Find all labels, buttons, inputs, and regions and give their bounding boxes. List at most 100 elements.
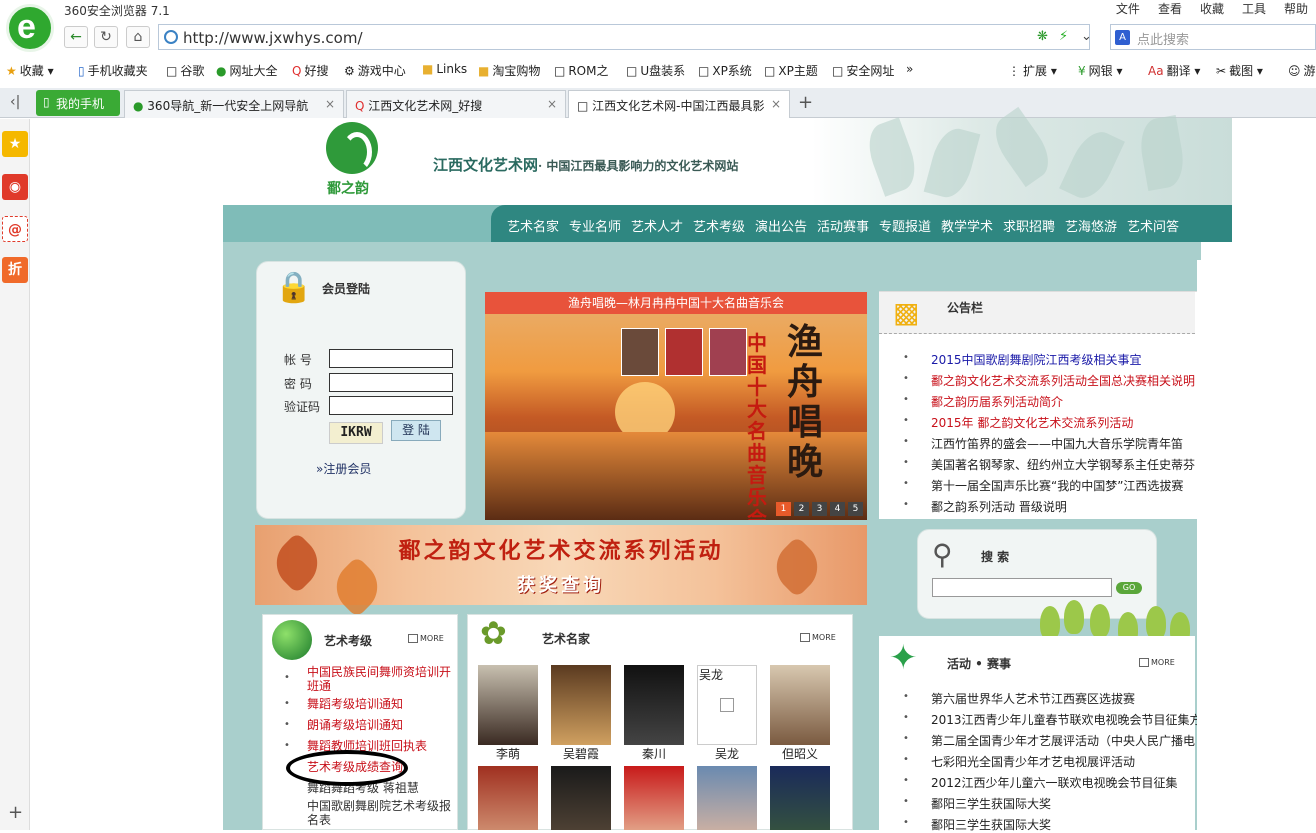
search-box[interactable]: А 点此搜索 (1110, 24, 1316, 50)
nav-jobs[interactable]: 求职招聘 (1003, 216, 1055, 235)
event-item[interactable]: 鄱阳三学生获国际大奖 (931, 795, 1197, 812)
weibo-icon[interactable]: ◉ (2, 174, 28, 200)
bookmark-safe[interactable]: □ 安全网址 (832, 62, 894, 79)
back-icon[interactable]: ← (64, 26, 88, 48)
event-item[interactable]: 第二届全国青少年才艺展评活动（中央人民广播电 (931, 732, 1197, 749)
exam-item[interactable]: 舞蹈考级培训通知 (307, 697, 403, 711)
menu-view[interactable]: 查看 (1158, 0, 1182, 17)
slider-page[interactable]: 1 (776, 502, 791, 516)
menu-file[interactable]: 文件 (1116, 0, 1140, 17)
exam-item[interactable]: 朗诵考级培训通知 (307, 718, 403, 732)
menu-help[interactable]: 帮助 (1284, 0, 1308, 17)
artist-name[interactable]: 但昭义 (770, 745, 830, 762)
refresh-icon[interactable]: ↻ (94, 26, 118, 48)
artist-card[interactable]: 吴龙 吴龙 (697, 665, 757, 763)
security-icon[interactable]: ❋ (1037, 29, 1048, 44)
notice-item[interactable]: 2015年 鄱之韵文化艺术交流系列活动 (931, 414, 1197, 431)
featured-slider[interactable]: 渔舟唱晚—林月冉冉中国十大名曲音乐会 中国十大名曲音乐会 渔舟唱晚 1 2 3 … (485, 292, 867, 520)
slider-caption[interactable]: 渔舟唱晚—林月冉冉中国十大名曲音乐会 (485, 292, 867, 314)
artist-name[interactable]: 吴龙 (697, 745, 757, 762)
artist-name[interactable]: 李萌 (478, 745, 538, 762)
address-bar[interactable]: http://www.jxwhys.com/ ❋ ⚡ ⌄ (158, 24, 1092, 50)
tab-jxwhys[interactable]: □ 江西文化艺术网-中国江西最具影 × (568, 90, 790, 119)
artist-card[interactable] (551, 766, 611, 830)
star-icon[interactable]: ★ (2, 131, 28, 157)
event-item[interactable]: 七彩阳光全国青少年才艺电视展评活动 (931, 753, 1197, 770)
home-icon[interactable]: ⌂ (126, 26, 150, 48)
bookmark-taobao[interactable]: ■ 淘宝购物 (478, 62, 540, 79)
register-link[interactable]: »注册会员 (316, 460, 371, 477)
notice-item[interactable]: 鄱之韵历届系列活动简介 (931, 393, 1197, 410)
nav-leisure[interactable]: 艺海悠游 (1065, 216, 1117, 235)
bank-button[interactable]: ¥ 网银 ▾ (1078, 62, 1123, 79)
exam-item[interactable]: 中国歌剧舞剧院艺术考级报名表 (307, 799, 455, 827)
captcha-image[interactable]: IKRW (329, 422, 383, 444)
bookmark-google[interactable]: □ 谷歌 (166, 62, 204, 79)
slider-page[interactable]: 2 (794, 502, 809, 516)
event-item[interactable]: 鄱阳三学生获国际大奖 (931, 816, 1197, 833)
site-search-input[interactable] (932, 578, 1112, 597)
menu-favorites[interactable]: 收藏 (1200, 0, 1224, 17)
artist-name[interactable]: 秦川 (624, 745, 684, 762)
site-logo-icon[interactable] (326, 122, 378, 174)
exam-item[interactable]: 中国民族民间舞师资培训开班通 (307, 665, 455, 693)
speed-icon[interactable]: ⚡ (1059, 29, 1068, 44)
notice-item[interactable]: 江西竹笛界的盛会——中国九大音乐学院青年笛 (931, 435, 1197, 452)
notice-item[interactable]: 美国著名钢琴家、纽约州立大学钢琴系主任史蒂芬 (931, 456, 1197, 473)
slider-page[interactable]: 4 (830, 502, 845, 516)
artist-card[interactable]: 但昭义 (770, 665, 830, 763)
notice-item[interactable]: 第十一届全国声乐比赛“我的中国梦”江西选拔赛 (931, 477, 1197, 494)
slider-page[interactable]: 3 (812, 502, 827, 516)
artist-card[interactable]: 秦川 (624, 665, 684, 763)
award-query-banner[interactable]: 鄱之韵文化艺术交流系列活动 获奖查询 (255, 525, 867, 619)
new-tab-icon[interactable]: + (798, 92, 813, 113)
slider-page[interactable]: 5 (848, 502, 863, 516)
artist-card[interactable]: 李萌 (478, 665, 538, 763)
artist-card[interactable] (770, 766, 830, 830)
events-more-link[interactable]: MORE (1139, 658, 1175, 667)
artist-card[interactable] (697, 766, 757, 830)
nav-art-masters[interactable]: 艺术名家 (507, 216, 559, 235)
login-button[interactable]: 登 陆 (391, 420, 441, 441)
event-item[interactable]: 第六届世界华人艺术节江西赛区选拔赛 (931, 690, 1197, 707)
nav-teachers[interactable]: 专业名师 (569, 216, 621, 235)
event-item[interactable]: 2012江西少年儿童六一联欢电视晚会节目征集 (931, 774, 1197, 791)
nav-qa[interactable]: 艺术问答 (1127, 216, 1179, 235)
close-icon[interactable]: × (325, 97, 335, 111)
collapse-sidebar-icon[interactable]: ‹| (10, 94, 20, 110)
nav-reports[interactable]: 专题报道 (879, 216, 931, 235)
artist-name[interactable]: 吴碧霞 (551, 745, 611, 762)
nav-shows[interactable]: 演出公告 (755, 216, 807, 235)
bookmark-mobile[interactable]: ▯ 手机收藏夹 (78, 62, 148, 79)
bookmark-links[interactable]: ■ Links (422, 62, 467, 76)
nav-events[interactable]: 活动赛事 (817, 216, 869, 235)
game-button[interactable]: ☺ 游 (1288, 62, 1316, 79)
artists-more-link[interactable]: MORE (800, 633, 836, 642)
nav-exam[interactable]: 艺术考级 (693, 216, 745, 235)
discount-icon[interactable]: 折 (2, 257, 28, 283)
tab-mobile[interactable]: ▯ 我的手机 (36, 90, 120, 116)
captcha-input[interactable] (329, 396, 453, 415)
bookmark-xp-theme[interactable]: □ XP主题 (764, 62, 818, 79)
dropdown-icon[interactable]: ⌄ (1081, 29, 1092, 44)
notice-item[interactable]: 2015中国歌剧舞剧院江西考级相关事宜 (931, 351, 1197, 368)
bookmark-haosou[interactable]: Q 好搜 (292, 62, 328, 79)
exam-more-link[interactable]: MORE (408, 634, 444, 643)
mail-icon[interactable]: @ (2, 216, 28, 242)
close-icon[interactable]: × (768, 97, 781, 111)
translate-button[interactable]: Aa 翻译 ▾ (1148, 62, 1200, 79)
tab-360-nav[interactable]: ● 360导航_新一代安全上网导航 × (124, 90, 344, 118)
go-button[interactable]: GO (1116, 582, 1142, 594)
address-url[interactable]: http://www.jxwhys.com/ (183, 29, 363, 47)
screenshot-button[interactable]: ✂ 截图 ▾ (1216, 62, 1263, 79)
account-input[interactable] (329, 349, 453, 368)
menu-tools[interactable]: 工具 (1242, 0, 1266, 17)
extensions-button[interactable]: ⋮ 扩展 ▾ (1008, 62, 1057, 79)
bookmark-games[interactable]: ⚙ 游戏中心 (344, 62, 406, 79)
nav-talents[interactable]: 艺术人才 (631, 216, 683, 235)
close-icon[interactable]: × (547, 97, 557, 111)
notice-item[interactable]: 鄱之韵文化艺术交流系列活动全国总决赛相关说明 (931, 372, 1197, 389)
more-bookmarks-icon[interactable]: » (906, 62, 913, 76)
bookmark-usb[interactable]: □ U盘装系 (626, 62, 685, 79)
bookmark-sites[interactable]: ● 网址大全 (216, 62, 278, 79)
